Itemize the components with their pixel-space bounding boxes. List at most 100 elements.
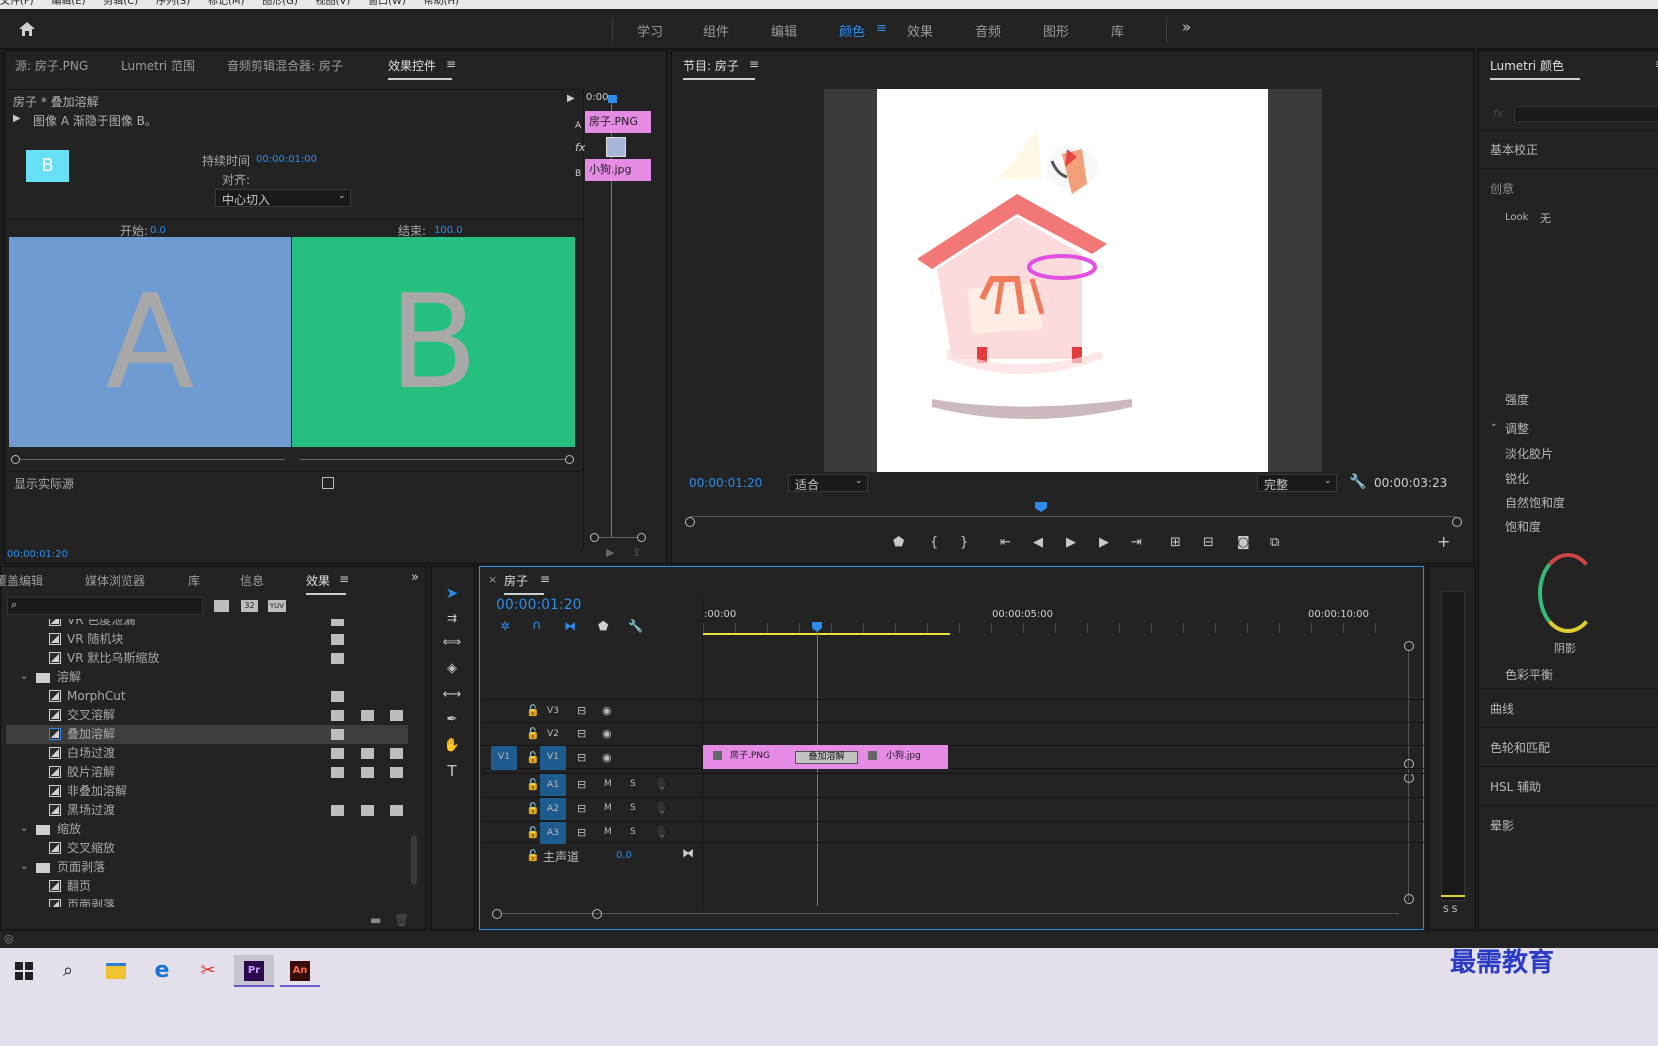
start-value[interactable]: 0.0 bbox=[150, 225, 166, 236]
go-to-end-icon[interactable]: ⧓ bbox=[682, 846, 694, 860]
effect-item[interactable]: 白场过渡 bbox=[6, 744, 408, 763]
mini-clip-a[interactable]: 房子.PNG bbox=[585, 111, 651, 133]
lock-icon[interactable]: 🔓 bbox=[526, 849, 540, 862]
nest-toggle-icon[interactable]: ✲ bbox=[500, 619, 510, 633]
track-v2[interactable]: 🔓 V2 ⊟ ◉ bbox=[481, 722, 1424, 744]
v-zoom-top[interactable] bbox=[1404, 641, 1414, 651]
menu-window[interactable]: 窗口(W) bbox=[368, 0, 406, 7]
export-icon[interactable]: ⇪ bbox=[632, 546, 641, 559]
lumetri-title[interactable]: Lumetri 颜色 bbox=[1490, 57, 1580, 80]
menu-edit[interactable]: 编辑(E) bbox=[51, 0, 85, 7]
mic-icon[interactable]: 🎙 bbox=[654, 778, 668, 791]
tab-info[interactable]: 信息 bbox=[240, 572, 264, 589]
lock-icon[interactable]: 🔓 bbox=[526, 802, 540, 815]
slip-tool-icon[interactable]: ⟷ bbox=[441, 684, 463, 706]
effect-item[interactable]: 非叠加溶解 bbox=[6, 782, 408, 801]
align-select[interactable]: 中心切入 ⌄ bbox=[215, 189, 351, 207]
ws-tab-audio[interactable]: 音频 bbox=[975, 21, 1001, 40]
track-a2[interactable]: 🔓 A2 ⊟ M S 🎙 bbox=[481, 797, 1424, 820]
master-volume[interactable]: 0.0 bbox=[616, 850, 632, 861]
effect-folder[interactable]: ⌄ 页面剥落 bbox=[6, 858, 408, 877]
add-button-icon[interactable]: + bbox=[1437, 532, 1450, 551]
program-video-area[interactable] bbox=[824, 89, 1322, 472]
home-icon[interactable] bbox=[18, 20, 36, 38]
effect-folder[interactable]: ⌄ 缩放 bbox=[6, 820, 408, 839]
work-area-bar[interactable] bbox=[703, 633, 950, 635]
tab-source[interactable]: 源: 房子.PNG bbox=[15, 57, 88, 74]
effect-item[interactable]: 页面剥落 bbox=[6, 896, 408, 907]
track-a1[interactable]: 🔓 A1 ⊟ M S 🎙 bbox=[481, 773, 1424, 796]
lock-icon[interactable]: 🔓 bbox=[526, 727, 540, 740]
solo-button[interactable]: S bbox=[630, 779, 636, 789]
chevron-down-icon[interactable]: ⌄ bbox=[20, 667, 28, 686]
ws-tab-effects[interactable]: 效果 bbox=[907, 21, 933, 40]
effect-item[interactable]: VR 默比乌斯缩放 bbox=[6, 649, 408, 668]
program-scrub-bar[interactable] bbox=[690, 516, 1456, 517]
filter-icon[interactable]: ▶ bbox=[606, 546, 614, 559]
quality-select[interactable]: 完整 ⌄ bbox=[1257, 474, 1337, 492]
snap-icon[interactable]: ∩ bbox=[532, 618, 542, 633]
effect-item[interactable]: MorphCut bbox=[6, 687, 408, 706]
track-v2-label[interactable]: V2 bbox=[540, 723, 566, 745]
program-menu-icon[interactable]: ≡ bbox=[749, 57, 759, 71]
menu-graphics[interactable]: 图形(G) bbox=[262, 0, 298, 7]
end-slider[interactable] bbox=[300, 459, 565, 460]
menu-marker[interactable]: 标记(M) bbox=[208, 0, 244, 7]
program-zoom-right[interactable] bbox=[1452, 517, 1462, 527]
sync-lock-icon[interactable]: ⊟ bbox=[577, 826, 586, 839]
solo-button[interactable]: S bbox=[630, 803, 636, 813]
premiere-taskbar-icon[interactable]: Pr bbox=[234, 955, 274, 987]
play-icon[interactable]: ▶ bbox=[1066, 535, 1076, 550]
eye-icon[interactable]: ◉ bbox=[602, 751, 612, 764]
file-explorer-icon[interactable] bbox=[96, 955, 136, 987]
yuv-filter-icon[interactable]: YUV bbox=[268, 600, 286, 612]
mark-out-icon[interactable]: } bbox=[960, 535, 968, 550]
add-marker-icon[interactable]: ⬟ bbox=[893, 535, 904, 550]
effects-scrollbar[interactable] bbox=[411, 835, 417, 885]
export-frame-icon[interactable]: ◙ bbox=[1237, 535, 1250, 550]
track-a3-label[interactable]: A3 bbox=[540, 822, 566, 844]
effect-item[interactable]: 交叉缩放 bbox=[6, 839, 408, 858]
clip-dog-label[interactable]: 小狗.jpg bbox=[886, 745, 921, 767]
menu-file[interactable]: 文件(F) bbox=[0, 0, 34, 7]
eye-icon[interactable]: ◉ bbox=[602, 727, 612, 740]
comparison-view-icon[interactable]: ⧉ bbox=[1270, 535, 1279, 550]
mute-button[interactable]: M bbox=[604, 779, 612, 789]
chevron-down-icon[interactable]: ⌄ bbox=[1490, 419, 1498, 429]
lumetri-vignette[interactable]: 晕影 bbox=[1490, 817, 1514, 834]
menu-clip[interactable]: 剪辑(C) bbox=[103, 0, 138, 7]
effect-item[interactable]: 翻页 bbox=[6, 877, 408, 896]
track-v3-label[interactable]: V3 bbox=[540, 700, 566, 722]
effect-item[interactable]: VR 随机块 bbox=[6, 630, 408, 649]
chevron-down-icon[interactable]: ⌄ bbox=[20, 857, 28, 876]
mute-button[interactable]: M bbox=[604, 827, 612, 837]
track-v1[interactable]: V1 🔓 V1 ⊟ ◉ bbox=[481, 745, 1424, 770]
ws-tab-color[interactable]: 颜色 bbox=[839, 21, 865, 40]
tab-audio-clip-mixer[interactable]: 音频剪辑混合器: 房子 bbox=[227, 57, 343, 74]
effect-item[interactable]: 胶片溶解 bbox=[6, 763, 408, 782]
new-bin-icon[interactable]: ▬ bbox=[370, 913, 381, 927]
sync-lock-icon[interactable]: ⊟ bbox=[577, 802, 586, 815]
go-to-out-icon[interactable]: ⇥ bbox=[1131, 535, 1142, 550]
solo-button[interactable]: S bbox=[630, 827, 636, 837]
delete-icon[interactable]: 🗑 bbox=[394, 913, 409, 927]
sync-lock-icon[interactable]: ⊟ bbox=[577, 751, 586, 764]
chevron-down-icon[interactable]: ⌄ bbox=[20, 819, 28, 838]
mic-icon[interactable]: 🎙 bbox=[654, 826, 668, 839]
linked-selection-icon[interactable]: ⧓ bbox=[564, 619, 576, 633]
track-a3[interactable]: 🔓 A3 ⊟ M S 🎙 bbox=[481, 821, 1424, 844]
program-zoom-left[interactable] bbox=[685, 517, 695, 527]
wrench-icon[interactable]: 🔧 bbox=[1349, 474, 1366, 490]
lumetri-curves[interactable]: 曲线 bbox=[1490, 700, 1514, 717]
track-a1-label[interactable]: A1 bbox=[540, 774, 566, 796]
extract-icon[interactable]: ⊟ bbox=[1203, 535, 1214, 550]
ripple-edit-tool-icon[interactable]: ⟺ bbox=[441, 632, 463, 654]
mini-playhead-head[interactable] bbox=[608, 95, 617, 103]
mark-in-icon[interactable]: { bbox=[930, 535, 938, 550]
tab-effect-controls[interactable]: 效果控件 bbox=[388, 57, 453, 80]
end-value[interactable]: 100.0 bbox=[434, 225, 463, 236]
lock-icon[interactable]: 🔓 bbox=[526, 751, 540, 764]
menu-sequence[interactable]: 序列(S) bbox=[156, 0, 190, 7]
search-taskbar-icon[interactable]: ⌕ bbox=[48, 955, 88, 987]
go-to-in-icon[interactable]: ⇤ bbox=[1000, 535, 1011, 550]
